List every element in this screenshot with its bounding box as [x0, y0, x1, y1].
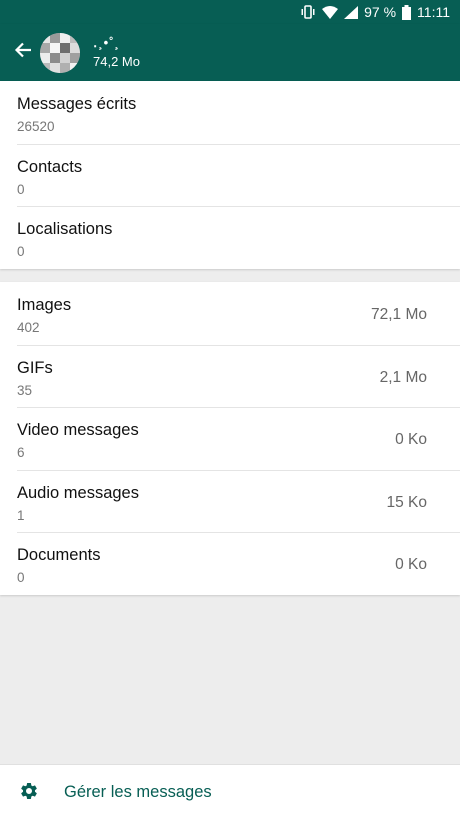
status-bar: 97 % 11:11	[0, 0, 460, 24]
battery-icon	[402, 4, 412, 20]
item-label: Audio messages	[17, 483, 139, 502]
wifi-icon	[322, 5, 339, 19]
item-size: 0 Ko	[395, 431, 427, 448]
app-bar: ․¸•˚¸ 74,2 Mo	[0, 24, 460, 81]
message-types-card: Messages écrits 26520 Contacts 0 Localis…	[0, 81, 460, 269]
item-label: Localisations	[17, 220, 113, 239]
item-label: GIFs	[17, 358, 53, 377]
clock: 11:11	[417, 4, 450, 20]
list-item-written-messages[interactable]: Messages écrits 26520	[0, 81, 460, 144]
list-item-documents[interactable]: Documents 0 0 Ko	[0, 532, 460, 595]
item-size: 2,1 Mo	[379, 368, 427, 386]
item-label: Documents	[17, 546, 101, 564]
item-label: Images	[17, 296, 72, 314]
item-count: 35	[17, 382, 33, 398]
back-arrow-icon	[14, 42, 32, 63]
list-item-images[interactable]: Images 402 72,1 Mo	[0, 282, 460, 345]
item-size: 15 Ko	[386, 493, 427, 511]
item-count: 402	[17, 320, 40, 335]
item-label: Messages écrits	[17, 95, 137, 113]
list-item-audio-messages[interactable]: Audio messages 1 15 Ko	[0, 469, 460, 533]
manage-messages-button[interactable]: Gérer les messages	[0, 764, 460, 818]
list-item-locations[interactable]: Localisations 0	[0, 206, 460, 269]
item-count: 0	[17, 244, 25, 260]
vibrate-icon	[300, 5, 316, 19]
chat-total-size: 74,2 Mo	[93, 54, 140, 69]
signal-icon	[344, 5, 359, 19]
item-label: Contacts	[17, 157, 83, 176]
item-count: 6	[17, 445, 25, 460]
list-item-video-messages[interactable]: Video messages 6 0 Ko	[0, 407, 460, 470]
list-item-gifs[interactable]: GIFs 35 2,1 Mo	[0, 344, 460, 408]
item-count: 0	[17, 570, 25, 585]
chat-title-block: ․¸•˚¸ 74,2 Mo	[93, 35, 140, 70]
item-label: Video messages	[17, 421, 139, 439]
media-types-card: Images 402 72,1 Mo GIFs 35 2,1 Mo Video …	[0, 282, 460, 595]
gear-icon	[19, 781, 39, 806]
avatar[interactable]	[40, 32, 80, 73]
item-size: 0 Ko	[395, 556, 427, 573]
item-count: 1	[17, 507, 25, 523]
manage-messages-label: Gérer les messages	[64, 783, 212, 801]
chat-name: ․¸•˚¸	[93, 35, 120, 50]
battery-percent: 97 %	[364, 4, 397, 20]
item-count: 0	[17, 181, 25, 197]
item-size: 72,1 Mo	[370, 306, 427, 323]
list-item-contacts[interactable]: Contacts 0	[0, 143, 460, 207]
item-count: 26520	[17, 119, 55, 134]
back-button[interactable]	[8, 24, 38, 81]
